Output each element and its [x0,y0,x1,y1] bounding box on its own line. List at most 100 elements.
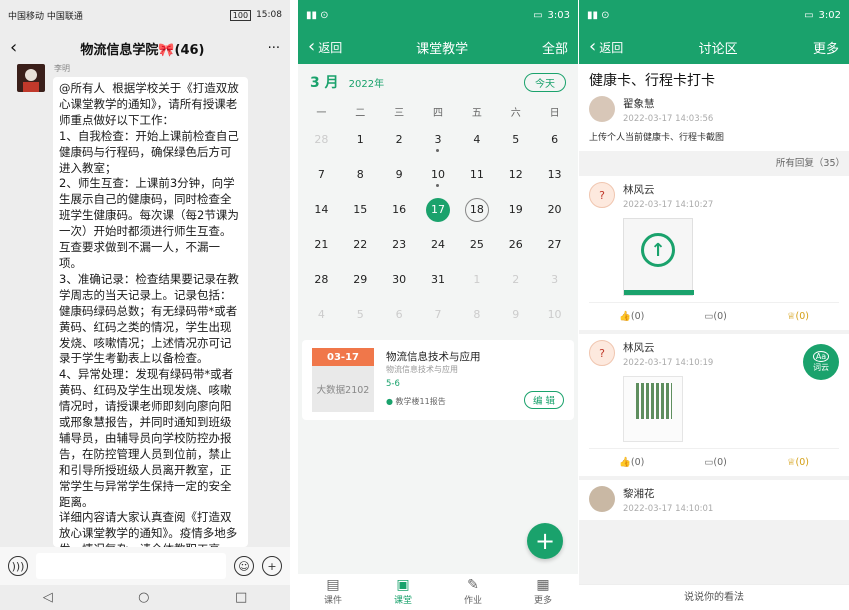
back-icon[interactable]: ‹ [10,39,17,57]
comment-input[interactable]: 说说你的看法 [579,584,849,610]
calendar-day[interactable]: 8 [457,297,496,332]
calendar-day[interactable]: 23 [380,227,419,262]
calendar-day[interactable]: 13 [535,157,574,192]
edit-button[interactable]: 编 辑 [523,391,564,409]
calendar-day[interactable]: 17 [419,192,458,227]
page-title: 课堂教学 [416,41,469,57]
month-label[interactable]: 3 月 [310,72,339,92]
message-bubble[interactable]: @所有人 根据学校关于《打造双放心课堂教学的通知》，请所有授课老师重点做好以下工… [53,77,248,547]
calendar-day[interactable]: 28 [302,262,341,297]
calendar-day[interactable]: 9 [496,297,535,332]
calendar-day[interactable]: 11 [457,157,496,192]
calendar-day[interactable]: 25 [457,227,496,262]
reward-button[interactable]: ♕(0) [787,311,809,322]
reply-image[interactable] [623,376,683,442]
calendar-day[interactable]: 14 [302,192,341,227]
calendar-day[interactable]: 26 [496,227,535,262]
day-number: 6 [551,133,559,146]
calendar-day[interactable]: 3 [535,262,574,297]
message-input[interactable] [36,553,226,579]
calendar-day[interactable]: 31 [419,262,458,297]
calendar-day[interactable]: 30 [380,262,419,297]
calendar-day[interactable]: 22 [341,227,380,262]
nav-recent-icon[interactable]: □ [235,590,247,605]
calendar-day[interactable]: 8 [341,157,380,192]
today-button[interactable]: 今天 [524,72,566,92]
voice-icon[interactable]: ))) [8,556,28,576]
chat-header: ‹ 物流信息学院🎀(46) ··· [0,30,290,66]
calendar-day[interactable]: 29 [341,262,380,297]
course-card[interactable]: 03-17 大数据2102 物流信息技术与应用 物流信息技术与应用 5-6 ● … [302,340,574,420]
calendar-day[interactable]: 7 [302,157,341,192]
course-weeks: 5-6 [386,379,400,389]
calendar-day[interactable]: 1 [341,122,380,157]
calendar-day[interactable]: 4 [302,297,341,332]
day-number: 20 [547,203,562,216]
more-button[interactable]: 更多 [813,38,839,57]
like-button[interactable]: 👍(0) [619,457,644,468]
word-cloud-button[interactable]: Aa 词云 [803,344,839,380]
avatar[interactable] [589,486,615,512]
day-number: 9 [512,308,520,321]
add-button[interactable]: + [527,523,563,559]
chevron-left-icon: ‹ [308,36,316,57]
battery-icon: ▭ [533,9,543,21]
all-button[interactable]: 全部 [542,38,568,57]
avatar[interactable]: ? [589,182,615,208]
comment-button[interactable]: ▭(0) [704,311,726,322]
nav-back-icon[interactable]: ◁ [43,590,53,605]
tab-3[interactable]: ▦ 更多 [534,578,552,606]
calendar-day[interactable]: 9 [380,157,419,192]
avatar[interactable] [17,64,45,92]
back-button[interactable]: ‹ 返回 [589,38,623,56]
emoji-icon[interactable]: ☺ [234,556,254,576]
reply-author: 黎湘花 [623,488,655,500]
schedule-panel: ▮▮ ⊙ ▭ 3:03 ‹ 返回 课堂教学 全部 3 月 2022年 今天 一 二 三 四… [298,0,578,610]
back-button[interactable]: ‹ 返回 [308,38,342,56]
calendar-day[interactable]: 1 [457,262,496,297]
chat-title: 物流信息学院🎀(46) [80,42,205,58]
calendar-day[interactable]: 28 [302,122,341,157]
tab-2[interactable]: ✎ 作业 [464,578,482,606]
calendar-day[interactable]: 5 [341,297,380,332]
calendar-day[interactable]: 19 [496,192,535,227]
calendar-day[interactable]: 6 [380,297,419,332]
nav-home-icon[interactable]: ○ [138,590,149,605]
avatar[interactable]: ? [589,340,615,366]
calendar-day[interactable]: 16 [380,192,419,227]
calendar-day[interactable]: 3 [419,122,458,157]
comment-button[interactable]: ▭(0) [704,457,726,468]
tab-0[interactable]: ▤ 课件 [324,578,342,606]
calendar-day[interactable]: 21 [302,227,341,262]
calendar-day[interactable]: 15 [341,192,380,227]
reply-image[interactable]: ↑ [623,218,694,296]
calendar-day[interactable]: 2 [380,122,419,157]
system-nav: ◁ ○ □ [0,585,290,610]
like-button[interactable]: 👍(0) [619,311,644,322]
day-number: 10 [547,308,562,321]
calendar-day[interactable]: 6 [535,122,574,157]
reply-author: 林风云 [623,184,655,196]
calendar-day[interactable]: 27 [535,227,574,262]
calendar-day[interactable]: 24 [419,227,458,262]
reward-button[interactable]: ♕(0) [787,457,809,468]
calendar-day[interactable]: 20 [535,192,574,227]
tab-1[interactable]: ▣ 课堂 [394,578,412,606]
calendar-day[interactable]: 10 [535,297,574,332]
calendar-day[interactable]: 10 [419,157,458,192]
tab-icon: ▤ [326,577,340,593]
avatar[interactable] [589,96,615,122]
year-label: 2022年 [348,78,385,90]
calendar-day[interactable]: 5 [496,122,535,157]
day-number: 18 [464,197,489,222]
day-number: 23 [392,238,407,251]
calendar-day[interactable]: 18 [457,192,496,227]
plus-icon[interactable]: + [262,556,282,576]
calendar-day[interactable]: 7 [419,297,458,332]
clock-text: 15:08 [256,10,282,20]
calendar-day[interactable]: 4 [457,122,496,157]
calendar-day[interactable]: 12 [496,157,535,192]
calendar-day[interactable]: 2 [496,262,535,297]
more-icon[interactable]: ··· [268,41,280,56]
message-text: @所有人 根据学校关于《打造双放心课堂教学的通知》，请所有授课老师重点做好以下工… [59,81,239,547]
